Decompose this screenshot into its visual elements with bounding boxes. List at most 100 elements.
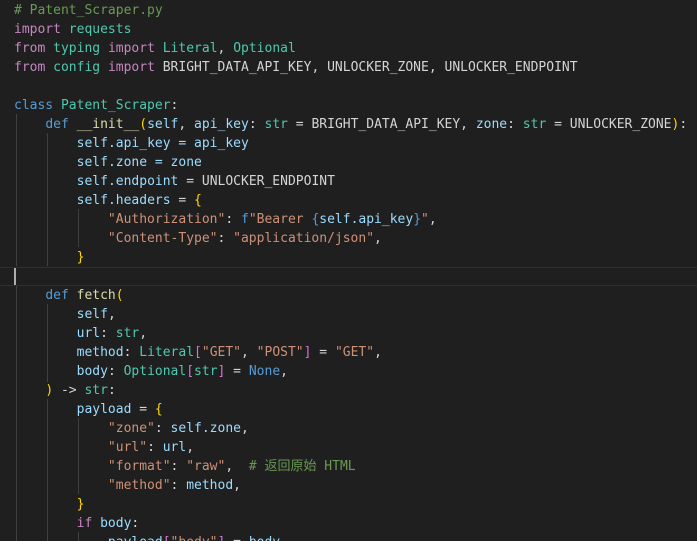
code-token: : <box>248 117 265 132</box>
code-token: [ <box>186 364 195 379</box>
code-token: = <box>225 535 248 541</box>
code-line[interactable]: body: Optional[str] = None, <box>0 362 697 381</box>
code-token: .zone = zone <box>107 155 202 170</box>
code-line[interactable]: payload["body"] = body <box>0 533 697 541</box>
code-token: __init__ <box>76 117 140 132</box>
code-token: body <box>100 516 132 531</box>
code-token: , <box>178 117 195 132</box>
code-line[interactable]: def __init__(self, api_key: str = BRIGHT… <box>0 115 697 134</box>
code-line[interactable]: self, <box>0 305 697 324</box>
code-line[interactable]: } <box>0 248 697 267</box>
code-line[interactable]: payload = { <box>0 400 697 419</box>
code-token: [ <box>163 535 171 541</box>
code-token: "raw" <box>186 459 226 474</box>
code-token: str <box>194 364 218 379</box>
code-line[interactable]: from config import BRIGHT_DATA_API_KEY, … <box>0 58 697 77</box>
code-token: ( <box>139 117 148 132</box>
code-line[interactable]: self.headers = { <box>0 191 697 210</box>
code-token: , <box>186 440 195 455</box>
code-token: Literal <box>154 41 218 56</box>
code-token: "zone" <box>107 421 155 436</box>
code-line[interactable]: "url": url, <box>0 438 697 457</box>
code-editor[interactable]: # Patent_Scraper.py import requests from t… <box>0 0 697 541</box>
code-line[interactable]: import requests <box>0 20 697 39</box>
code-token: body <box>249 535 280 541</box>
code-token: = UNLOCKER_ZONE <box>546 117 672 132</box>
code-token: if <box>76 516 93 531</box>
code-token: import <box>14 22 61 37</box>
code-token: : <box>123 345 140 360</box>
code-token: [ <box>194 345 202 360</box>
code-token: BRIGHT_DATA_API_KEY, UNLOCKER_ZONE, UNLO… <box>154 60 578 75</box>
code-token: : <box>507 117 523 132</box>
code-line[interactable]: "zone": self.zone, <box>0 419 697 438</box>
text-cursor <box>14 268 16 285</box>
code-token: : <box>170 478 187 493</box>
code-token: "GET" <box>334 345 375 360</box>
code-line[interactable] <box>0 77 697 96</box>
code-line[interactable]: def fetch( <box>0 286 697 305</box>
code-line[interactable]: "format": "raw", # 返回原始 HTML <box>0 457 697 476</box>
code-token: , <box>428 212 437 227</box>
code-token: payload <box>76 402 132 417</box>
code-token: = <box>170 193 195 208</box>
code-token: : <box>170 459 187 474</box>
code-line[interactable]: self.endpoint = UNLOCKER_ENDPOINT <box>0 172 697 191</box>
code-token: zone <box>475 117 508 132</box>
code-line[interactable]: method: Literal["GET", "POST"] = "GET", <box>0 343 697 362</box>
code-line[interactable]: self.zone = zone <box>0 153 697 172</box>
code-token: self <box>319 212 351 227</box>
code-token: : <box>679 117 688 132</box>
code-token: method <box>186 478 234 493</box>
code-line[interactable]: "method": method, <box>0 476 697 495</box>
code-token: payload <box>108 535 163 541</box>
code-line[interactable]: self.api_key = api_key <box>0 134 697 153</box>
code-token: str <box>84 383 108 398</box>
code-line[interactable]: url: str, <box>0 324 697 343</box>
code-line[interactable]: # Patent_Scraper.py <box>0 1 697 20</box>
code-token: : <box>154 421 171 436</box>
code-token: .api_key <box>350 212 414 227</box>
code-token: class <box>14 98 54 113</box>
code-token: str <box>115 326 140 341</box>
code-line[interactable]: from typing import Literal, Optional <box>0 39 697 58</box>
code-line[interactable]: } <box>0 495 697 514</box>
code-line[interactable]: ) -> str: <box>0 381 697 400</box>
code-token: "Content-Type" <box>107 231 218 246</box>
code-token: : <box>225 212 241 227</box>
code-token: = <box>311 345 335 360</box>
code-line[interactable] <box>0 267 697 286</box>
code-token: : <box>170 98 179 113</box>
code-token: "format" <box>107 459 171 474</box>
code-line[interactable]: class Patent_Scraper: <box>0 96 697 115</box>
code-line[interactable]: "Authorization": f"Bearer {self.api_key}… <box>0 210 697 229</box>
code-line[interactable]: "Content-Type": "application/json", <box>0 229 697 248</box>
code-token: body <box>76 364 108 379</box>
code-line[interactable]: if body: <box>0 514 697 533</box>
code-token: , <box>107 307 116 322</box>
code-token: Optional <box>233 41 296 56</box>
code-token: , <box>241 345 257 360</box>
code-token: .endpoint <box>107 174 179 189</box>
code-token: : <box>107 364 124 379</box>
code-token: from <box>14 41 46 56</box>
code-token: self <box>76 174 108 189</box>
code-token: = <box>131 402 155 417</box>
code-token: .api_key = api_key <box>107 136 249 151</box>
code-token: , <box>280 364 288 379</box>
